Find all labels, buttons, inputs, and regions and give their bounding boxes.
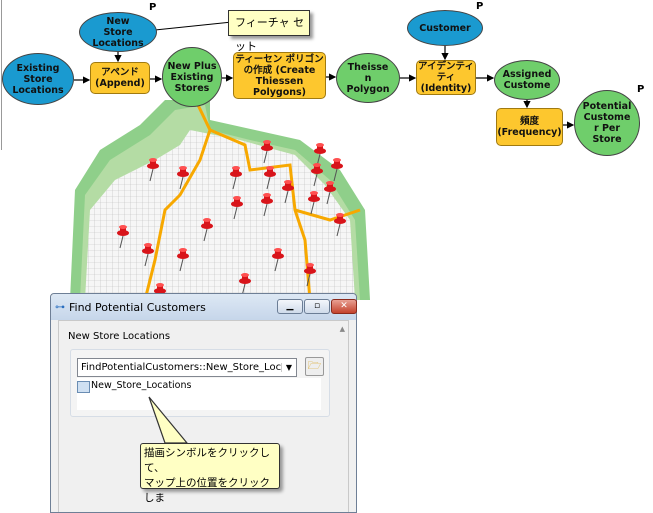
- node-existing-store-locations[interactable]: Existing Store Locations: [2, 53, 74, 105]
- feature-layer-icon: [77, 381, 90, 393]
- layer-list[interactable]: New_Store_Locations: [77, 378, 321, 410]
- model-icon: ⊶: [55, 301, 65, 313]
- close-button[interactable]: ✕: [331, 299, 357, 314]
- tooltip-pointer: [148, 396, 189, 444]
- tool-create-thiessen-polygons[interactable]: ティーセン ポリゴンの作成 (Create Thiessen Polygons): [233, 52, 326, 99]
- tool-identity[interactable]: アイデンティティ (Identity): [416, 60, 476, 95]
- tool-append[interactable]: アペンド (Append): [90, 62, 150, 94]
- node-potential-customer-per-store[interactable]: Potential Custome r Per Store: [574, 90, 640, 156]
- feature-set-callout: フィーチャ セット: [228, 10, 310, 53]
- dialog-title: Find Potential Customers: [69, 300, 206, 314]
- maximize-button[interactable]: ▫: [304, 299, 330, 314]
- minimize-button[interactable]: ▁: [277, 299, 303, 314]
- chevron-down-icon[interactable]: ▼: [281, 363, 296, 372]
- tooltip-line-2: マップ上の位置をクリックしま: [144, 477, 270, 504]
- scrollbar-up-arrow[interactable]: ▲: [340, 325, 345, 333]
- tooltip-line-1: 描画シンボルをクリックして、: [144, 447, 270, 474]
- parameter-group: FindPotentialCustomers::New_Store_Locati…: [70, 349, 330, 417]
- folder-open-button[interactable]: 🗁: [305, 357, 324, 376]
- parameter-marker: P: [476, 1, 484, 12]
- node-thiessen-polygon[interactable]: Theisse n Polygon: [336, 53, 400, 103]
- tooltip: 描画シンボルをクリックして、 マップ上の位置をクリックしま: [140, 443, 280, 504]
- tool-frequency[interactable]: 頻度 (Frequency): [496, 108, 563, 146]
- node-assigned-customer[interactable]: Assigned Custome: [494, 60, 560, 100]
- node-new-plus-existing-stores[interactable]: New Plus Existing Stores: [162, 47, 222, 107]
- feature-set-dropdown[interactable]: FindPotentialCustomers::New_Store_Locati…: [77, 358, 297, 377]
- node-customer[interactable]: Customer: [407, 10, 483, 46]
- node-new-store-locations[interactable]: New Store Locations: [79, 12, 157, 52]
- parameter-marker: P: [149, 2, 157, 13]
- parameter-marker: P: [637, 84, 645, 95]
- layer-item[interactable]: New_Store_Locations: [91, 380, 191, 391]
- section-label: New Store Locations: [68, 331, 171, 342]
- dropdown-value: FindPotentialCustomers::New_Store_Locati…: [81, 362, 281, 373]
- folder-open-icon: 🗁: [307, 359, 322, 372]
